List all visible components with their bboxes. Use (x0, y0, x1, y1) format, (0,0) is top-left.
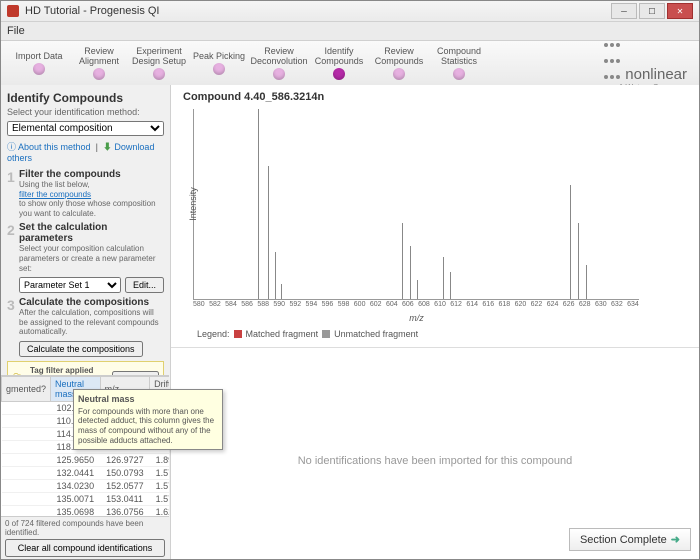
step-number-3: 3 (7, 297, 19, 337)
workflow-step[interactable]: ReviewAlignment (69, 46, 129, 80)
method-label: Select your identification method: (7, 107, 164, 117)
maximize-button[interactable]: ☐ (639, 3, 665, 19)
step1-desc: Using the list below, filter the compoun… (19, 180, 164, 218)
x-axis-ticks: 5805825845865885905925945965986006026046… (193, 301, 639, 308)
spectrum-peak (417, 280, 418, 299)
empty-identifications-message: No identifications have been imported fo… (171, 455, 699, 467)
filter-compounds-link[interactable]: filter the compounds (19, 190, 91, 199)
window-title: HD Tutorial - Progenesis QI (25, 5, 611, 17)
chart-legend: Legend: Matched fragment Unmatched fragm… (197, 329, 418, 339)
spectrum-peak (281, 284, 282, 299)
spectrum-peak (268, 166, 269, 299)
spectrum-peak (275, 252, 276, 300)
table-row[interactable]: 125.9650126.97271.892 (2, 454, 170, 467)
info-icon: ⓘ (7, 142, 18, 152)
x-axis-label: m/z (409, 313, 424, 323)
y-axis-label: Intensity (188, 187, 198, 221)
spectrum-peak (586, 265, 587, 299)
sidebar-title: Identify Compounds (7, 91, 164, 105)
workflow-step[interactable]: ExperimentDesign Setup (129, 46, 189, 80)
spectrum-peak (578, 223, 579, 299)
spectrum-peak (402, 223, 403, 299)
step-number-2: 2 (7, 222, 19, 273)
step2-desc: Select your composition calculation para… (19, 244, 164, 273)
step1-title: Filter the compounds (19, 169, 164, 180)
file-menu[interactable]: File (7, 25, 25, 37)
section-complete-button[interactable]: Section Complete ➜ (569, 528, 691, 551)
unmatched-swatch (322, 330, 330, 338)
minimize-button[interactable]: ─ (611, 3, 637, 19)
spectrum-peak (410, 246, 411, 299)
workflow-step[interactable]: IdentifyCompounds (309, 46, 369, 80)
calculate-button[interactable]: Calculate the compositions (19, 341, 143, 357)
ms-spectrum-chart: Intensity m/z (193, 109, 639, 300)
spectrum-peak (443, 257, 444, 299)
edit-param-button[interactable]: Edit... (125, 277, 164, 293)
chart-title: Compound 4.40_586.3214n (171, 85, 699, 105)
neutral-mass-tooltip: Neutral mass For compounds with more tha… (73, 389, 171, 450)
workflow-step[interactable]: ReviewCompounds (369, 46, 429, 80)
tag-title: Tag filter applied (30, 366, 93, 375)
matched-swatch (234, 330, 242, 338)
step-number-1: 1 (7, 169, 19, 218)
method-select[interactable]: Elemental composition (7, 121, 164, 136)
workflow-bar: Import DataReviewAlignmentExperimentDesi… (1, 41, 699, 86)
close-button[interactable]: ✕ (667, 3, 693, 19)
spectrum-peak (258, 109, 259, 299)
app-icon (7, 5, 19, 17)
spectrum-peak (570, 185, 571, 299)
col-fragmented[interactable]: gmented? (2, 377, 51, 402)
clear-identifications-button[interactable]: Clear all compound identifications (5, 539, 165, 557)
status-text: 0 of 724 filtered compounds have been id… (5, 519, 165, 537)
table-row[interactable]: 132.0441150.07931.572 (2, 467, 170, 480)
table-row[interactable]: 134.0230152.05771.572 (2, 480, 170, 493)
table-row[interactable]: 135.0071153.04111.572 (2, 493, 170, 506)
download-icon: ⬇ (103, 142, 115, 152)
step2-title: Set the calculation parameters (19, 222, 164, 244)
workflow-step[interactable]: Peak Picking (189, 51, 249, 75)
workflow-step[interactable]: ReviewDeconvolution (249, 46, 309, 80)
step3-desc: After the calculation, compositions will… (19, 308, 164, 337)
workflow-step[interactable]: Import Data (9, 51, 69, 75)
parameter-set-select[interactable]: Parameter Set 1 (19, 277, 121, 293)
spectrum-peak (450, 272, 451, 299)
workflow-step[interactable]: CompoundStatistics (429, 46, 489, 80)
step3-title: Calculate the compositions (19, 297, 164, 308)
about-method-link[interactable]: About this method (18, 142, 91, 152)
arrow-right-icon: ➜ (671, 533, 680, 546)
